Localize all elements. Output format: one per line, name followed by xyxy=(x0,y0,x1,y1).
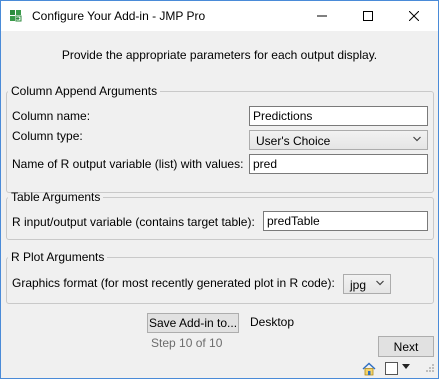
table-arguments-legend: Table Arguments xyxy=(11,190,101,204)
title-bar[interactable]: Configure Your Add-in - JMP Pro xyxy=(1,1,438,31)
window-title: Configure Your Add-in - JMP Pro xyxy=(32,9,206,23)
r-io-variable-input[interactable] xyxy=(263,211,428,231)
r-plot-arguments-legend: R Plot Arguments xyxy=(11,250,105,264)
r-output-variable-label: Name of R output variable (list) with va… xyxy=(12,157,244,171)
step-indicator: Step 10 of 10 xyxy=(151,336,223,350)
graphics-format-label: Graphics format (for most recently gener… xyxy=(12,276,335,290)
checkbox-icon[interactable] xyxy=(385,362,398,375)
dropdown-caret-icon[interactable] xyxy=(402,364,410,370)
close-button[interactable] xyxy=(391,1,437,31)
column-type-label: Column type: xyxy=(12,129,83,143)
resize-grip-icon[interactable] xyxy=(425,363,435,373)
r-output-variable-input[interactable] xyxy=(249,154,428,174)
chevron-down-icon xyxy=(376,280,384,286)
next-button[interactable]: Next xyxy=(378,336,434,357)
jmp-add-in-icon xyxy=(9,9,23,23)
configure-add-in-window: Configure Your Add-in - JMP Pro Provide … xyxy=(0,0,439,379)
column-type-value: User's Choice xyxy=(256,134,331,148)
r-io-variable-label: R input/output variable (contains target… xyxy=(12,215,255,229)
maximize-button[interactable] xyxy=(345,1,391,31)
close-icon xyxy=(409,11,419,21)
home-icon[interactable] xyxy=(361,361,377,377)
instructions-text: Provide the appropriate parameters for e… xyxy=(61,48,378,62)
dialog-content: Provide the appropriate parameters for e… xyxy=(1,31,438,378)
graphics-format-select[interactable]: jpg xyxy=(343,274,391,294)
column-type-select[interactable]: User's Choice xyxy=(249,130,428,150)
column-name-input[interactable] xyxy=(249,106,428,126)
save-add-in-button[interactable]: Save Add-in to... xyxy=(147,313,239,333)
save-location-text: Desktop xyxy=(250,315,295,329)
minimize-icon xyxy=(317,15,327,17)
graphics-format-value: jpg xyxy=(350,278,367,292)
column-name-label: Column name: xyxy=(12,109,91,123)
chevron-down-icon xyxy=(413,136,421,142)
minimize-button[interactable] xyxy=(299,1,345,31)
column-append-legend: Column Append Arguments xyxy=(11,84,158,98)
maximize-icon xyxy=(363,11,373,21)
